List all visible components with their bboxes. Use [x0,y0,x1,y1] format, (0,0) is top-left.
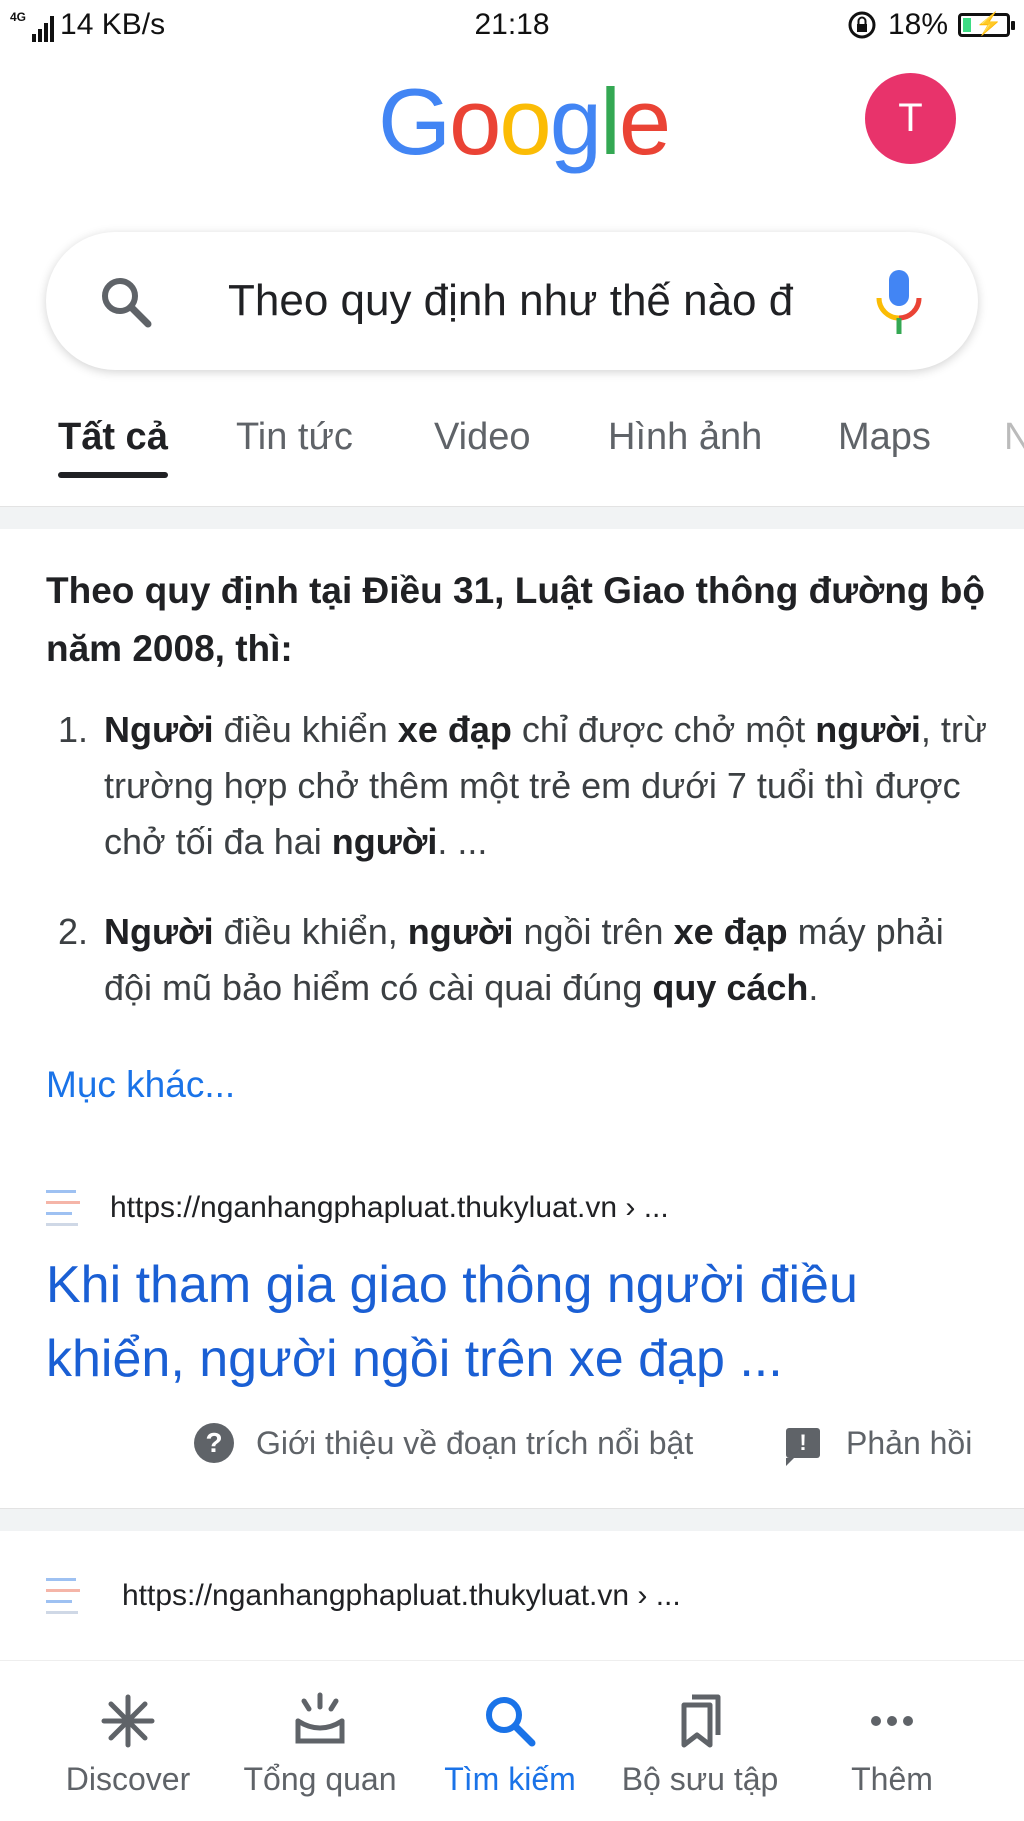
search-input[interactable]: Theo quy định như thế nào đ [228,270,858,332]
tab-video[interactable]: Video [434,416,531,459]
list-item: 2. Người điều khiển, người ngồi trên xe … [46,904,996,1016]
list-item-text: Người điều khiển, người ngồi trên xe đạp… [104,911,944,1008]
more-icon [871,1716,913,1726]
logo-letter: g [549,69,602,174]
divider [0,506,1024,529]
nav-discover[interactable]: Discover [28,1661,228,1821]
list-item-text: Người điều khiển xe đạp chỉ được chở một… [104,709,987,862]
search-icon [486,1697,536,1747]
logo-letter: l [599,69,621,174]
source-url[interactable]: https://nganhangphapluat.thukyluat.vn › … [122,1579,681,1613]
nav-label: Tổng quan [243,1761,397,1797]
list-number: 2. [58,911,89,952]
nav-label: Discover [65,1761,191,1797]
bottom-navigation: Discover Tổng quan Tìm kiếm Bộ sưu tập T… [0,1660,1024,1821]
about-snippet[interactable]: ? Giới thiệu về đoạn trích nổi bật [194,1418,693,1468]
battery-percent: 18% [887,8,948,41]
collections-icon [681,1694,721,1748]
logo-letter: o [499,69,551,174]
tab-news[interactable]: Tin tức [236,416,353,459]
search-tabs: Tất cả Tin tức Video Hình ảnh Maps N [0,390,1024,482]
logo-letter: G [378,69,451,174]
account-avatar[interactable]: T [865,73,956,164]
help-icon: ? [194,1423,234,1463]
source-url[interactable]: https://nganhangphapluat.thukyluat.vn › … [110,1191,669,1225]
result-title-link[interactable]: Khi tham gia giao thông người điều khiển… [46,1248,1006,1396]
more-items-link[interactable]: Mục khác... [46,1064,235,1106]
source-site-row[interactable]: https://nganhangphapluat.thukyluat.vn › … [46,1190,669,1226]
search-icon[interactable] [96,272,156,332]
site-favicon-icon [46,1190,86,1226]
nav-label: Thêm [851,1761,933,1797]
rotation-lock-icon [848,11,876,39]
active-tab-indicator [58,472,168,478]
site-favicon-icon [46,1578,86,1614]
about-snippet-label[interactable]: Giới thiệu về đoạn trích nổi bật [256,1425,693,1462]
second-result-site-row[interactable]: https://nganhangphapluat.thukyluat.vn › … [46,1578,681,1614]
snippet-heading: Theo quy định tại Điều 31, Luật Giao thô… [46,570,986,669]
divider [0,1508,1024,1531]
tab-maps[interactable]: Maps [838,416,931,459]
nav-more[interactable]: Thêm [792,1661,992,1821]
google-logo: Google [378,68,671,176]
asterisk-icon [101,1694,155,1748]
nav-label: Bộ sưu tập [621,1761,779,1797]
mic-icon[interactable] [872,268,926,336]
feedback-label[interactable]: Phản hồi [846,1425,972,1462]
tab-all[interactable]: Tất cả [58,416,168,459]
tab-images[interactable]: Hình ảnh [608,416,762,459]
feedback[interactable]: ! Phản hồi [786,1418,972,1468]
list-number: 1. [58,709,89,750]
status-bar: 4G 14 KB/s 21:18 18% ⚡ [0,0,1024,50]
logo-letter: e [618,69,671,174]
nav-overview[interactable]: Tổng quan [220,1661,420,1821]
list-item: 1. Người điều khiển xe đạp chỉ được chở … [46,702,996,870]
tab-more[interactable]: N [1004,416,1024,459]
logo-letter: o [449,69,501,174]
nav-collections[interactable]: Bộ sưu tập [600,1661,800,1821]
nav-label: Tìm kiếm [444,1761,576,1797]
overview-icon [295,1692,345,1744]
feedback-icon: ! [786,1428,820,1466]
battery-icon: ⚡ [958,11,1015,37]
search-bar[interactable]: Theo quy định như thế nào đ [46,232,978,370]
snippet-list: 1. Người điều khiển xe đạp chỉ được chở … [46,702,996,1050]
nav-search[interactable]: Tìm kiếm [410,1661,610,1821]
